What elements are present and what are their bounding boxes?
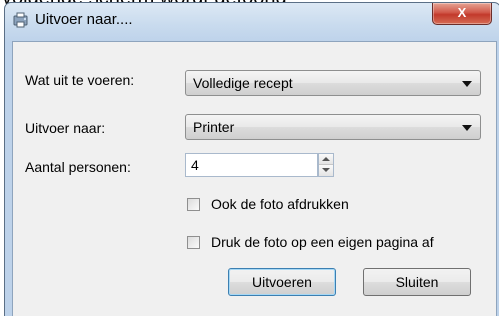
what-to-output-value: Volledige recept [193,75,293,91]
dialog-window: Uitvoer naar.... X Wat uit te voeren: Vo… [4,2,499,316]
decrement-icon[interactable] [319,165,333,176]
print-photo-label: Ook de foto afdrukken [211,196,349,212]
chevron-down-icon [462,81,472,87]
screenshot: volgende scherm wordt getoond: Uitvoer n… [0,0,499,316]
what-to-output-label: Wat uit te voeren: [25,72,135,88]
checkbox-icon [187,198,200,211]
checkbox-icon [187,236,200,249]
print-photo-checkbox[interactable]: Ook de foto afdrukken [187,196,407,214]
close-button[interactable]: Sluiten [363,268,471,296]
output-to-value: Printer [193,119,235,135]
what-to-output-select[interactable]: Volledige recept [185,70,481,96]
persons-stepper [318,153,334,177]
app-icon [12,11,30,29]
increment-icon[interactable] [319,154,333,165]
persons-input[interactable]: 4 [185,153,318,177]
output-to-select[interactable]: Printer [185,114,481,140]
chevron-down-icon [462,125,472,131]
execute-button[interactable]: Uitvoeren [228,268,336,296]
output-to-label: Uitvoer naar: [25,120,106,136]
persons-label: Aantal personen: [25,159,131,175]
title-bar: Uitvoer naar.... X [5,3,499,41]
close-window-button[interactable]: X [432,3,492,25]
window-title: Uitvoer naar.... [35,11,133,28]
photo-own-page-label: Druk de foto op een eigen pagina af [211,234,434,250]
dialog-content: Wat uit te voeren: Volledige recept Uitv… [12,41,497,316]
photo-own-page-checkbox[interactable]: Druk de foto op een eigen pagina af [187,234,487,252]
